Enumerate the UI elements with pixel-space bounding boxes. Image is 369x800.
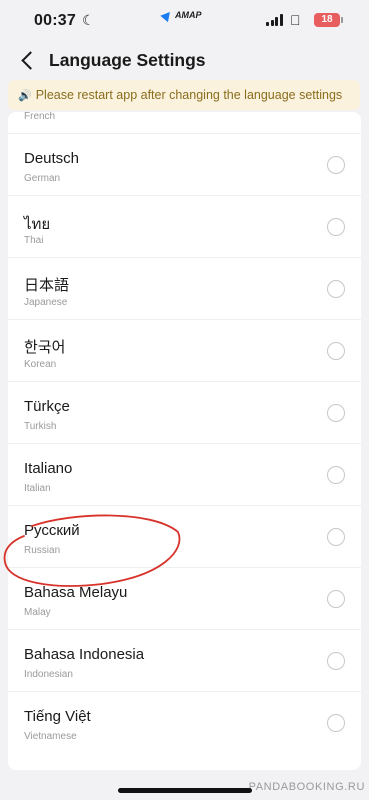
restart-notice-text: Please restart app after changing the la… [35,88,343,102]
page-title: Language Settings [49,50,206,70]
amap-indicator: AMAP [160,8,202,22]
language-subtitle: Malay [24,607,51,618]
language-name: Tiếng Việt [24,708,91,725]
restart-notice-banner: 🔊 Please restart app after changing the … [8,80,360,110]
status-bar: 00:37 ☾ AMAP  18 [0,0,369,42]
radio-button[interactable] [327,404,345,422]
annotation-circle [3,514,181,587]
speaker-icon: 🔊 [18,89,32,102]
amap-label: AMAP [175,10,202,20]
language-name: Deutsch [24,150,80,167]
language-list: French Deutsch German ไทย Thai 日本語 Japan… [8,112,361,770]
language-name: Bahasa Indonesia [24,646,145,663]
radio-button[interactable] [327,528,345,546]
language-subtitle: Indonesian [24,669,73,680]
language-subtitle: German [24,173,61,184]
language-row-korean[interactable]: 한국어 Korean [8,320,361,382]
language-row-italian[interactable]: Italiano Italian [8,444,361,506]
language-row-german[interactable]: Deutsch German [8,134,361,196]
radio-button[interactable] [327,466,345,484]
nav-bar: Language Settings [0,42,369,78]
language-subtitle: Italian [24,483,51,494]
language-row-french[interactable]: French [8,112,361,134]
radio-button[interactable] [327,218,345,236]
language-name: ไทย [24,216,51,233]
language-row-indonesian[interactable]: Bahasa Indonesia Indonesian [8,630,361,692]
battery-icon: 18 [314,13,343,27]
radio-button[interactable] [327,280,345,298]
radio-button[interactable] [327,156,345,174]
language-row-vietnamese[interactable]: Tiếng Việt Vietnamese [8,692,361,754]
home-indicator[interactable] [118,788,252,793]
location-arrow-icon [160,8,174,22]
language-row-thai[interactable]: ไทย Thai [8,196,361,258]
language-subtitle: Vietnamese [24,731,77,742]
language-name: 日本語 [24,277,70,294]
status-time: 00:37 [34,12,76,29]
language-name: Italiano [24,460,73,477]
cellular-signal-icon [266,14,283,26]
language-subtitle: French [24,112,56,122]
radio-button[interactable] [327,652,345,670]
language-subtitle: Thai [24,235,44,246]
language-subtitle: Korean [24,359,57,370]
radio-button[interactable] [327,714,345,732]
language-subtitle: Turkish [24,421,57,432]
watermark: PANDABOOKING.RU [248,781,365,793]
back-chevron-icon[interactable] [18,48,38,72]
language-name: 한국어 [24,339,66,356]
radio-button[interactable] [327,342,345,360]
language-subtitle: Japanese [24,297,68,308]
wifi-icon:  [290,12,301,28]
language-name: Türkçe [24,398,70,415]
radio-button[interactable] [327,590,345,608]
language-row-turkish[interactable]: Türkçe Turkish [8,382,361,444]
moon-icon: ☾ [82,12,95,28]
language-row-japanese[interactable]: 日本語 Japanese [8,258,361,320]
